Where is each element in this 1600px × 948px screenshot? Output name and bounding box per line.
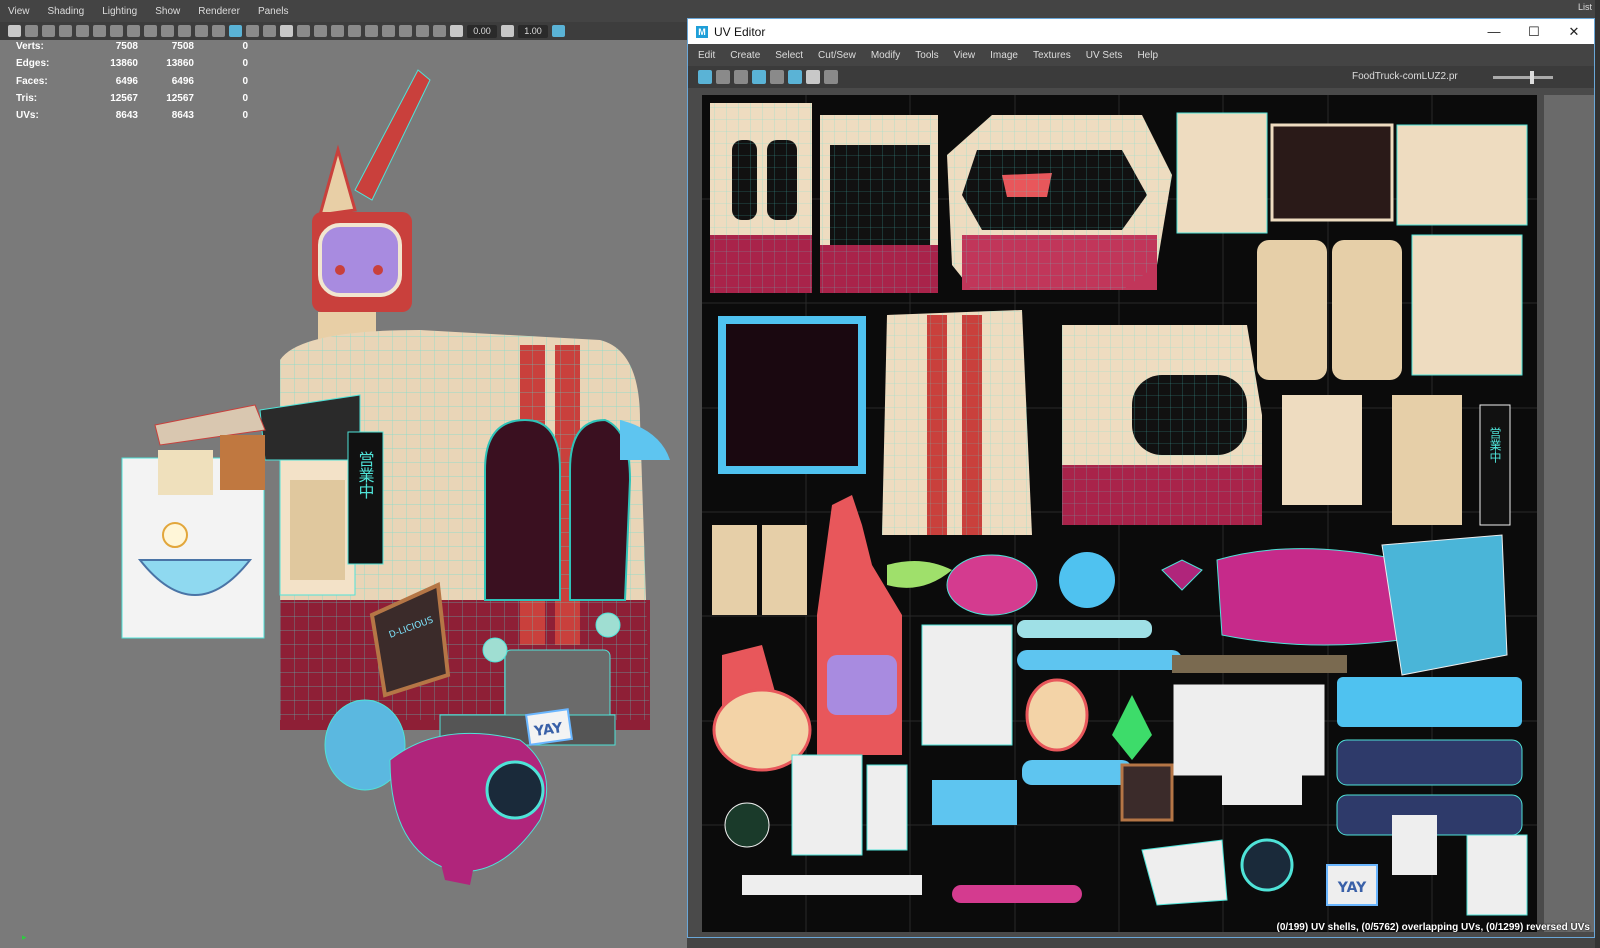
menu-view[interactable]: View	[954, 50, 976, 61]
anti-alias-icon[interactable]	[365, 25, 378, 37]
shaded-uv-icon[interactable]	[698, 70, 712, 84]
menu-edit[interactable]: Edit	[698, 50, 715, 61]
xray-icon[interactable]	[399, 25, 412, 37]
uv-canvas-area[interactable]: 営業中 YAY (0/199) UV shells, (0/5762) over…	[688, 88, 1594, 937]
smooth-shade-icon[interactable]	[229, 25, 242, 37]
film-gate-icon[interactable]	[127, 25, 140, 37]
uv-editor-titlebar[interactable]: M UV Editor — ☐ ✕	[688, 19, 1594, 44]
menu-lighting[interactable]: Lighting	[102, 6, 137, 17]
uv-shell-side-panels	[710, 103, 938, 293]
move-camera-icon[interactable]	[76, 25, 89, 37]
safe-action-icon[interactable]	[195, 25, 208, 37]
isolate-select-icon[interactable]	[382, 25, 395, 37]
grid-display-icon[interactable]	[752, 70, 766, 84]
uv-shells: 営業中 YAY	[702, 95, 1537, 932]
uv-shell-window-frame	[718, 316, 866, 474]
window-title: UV Editor	[714, 24, 766, 39]
uv-shell-doors	[1257, 234, 1523, 380]
shadows-icon[interactable]	[314, 25, 327, 37]
exposure-slider-track[interactable]	[1493, 76, 1553, 79]
xray-active-icon[interactable]	[416, 25, 429, 37]
menu-show[interactable]: Show	[155, 6, 180, 17]
bookmark-icon[interactable]	[42, 25, 55, 37]
snapshot-icon[interactable]	[824, 70, 838, 84]
uv-shell-roof	[947, 115, 1172, 290]
neon-sign-text: 営業中	[356, 451, 375, 499]
food-truck-model[interactable]: 営業中 D-LICIOUS YAY	[0, 40, 687, 940]
motion-blur-icon[interactable]	[348, 25, 361, 37]
uv-sign-text: 営業中	[1488, 427, 1502, 463]
viewport-panel[interactable]: View Shading Lighting Show Renderer Pane…	[0, 0, 687, 948]
menu-shading[interactable]: Shading	[48, 6, 85, 17]
menu-cut-sew[interactable]: Cut/Sew	[818, 50, 856, 61]
uv-shell-small-panels: 営業中	[1282, 395, 1511, 526]
resolution-gate-icon[interactable]	[144, 25, 157, 37]
menu-panels[interactable]: Panels	[258, 6, 289, 17]
window-right-edge	[1595, 0, 1600, 948]
ambient-occlusion-icon[interactable]	[331, 25, 344, 37]
uv-texture-canvas[interactable]: 営業中 YAY	[702, 95, 1537, 932]
close-button[interactable]: ✕	[1554, 19, 1594, 44]
shaded-icon[interactable]	[246, 25, 259, 37]
distortion-icon[interactable]	[716, 70, 730, 84]
uv-side-gutter	[1544, 95, 1594, 932]
gamma-icon[interactable]	[501, 25, 514, 37]
gate-mask-icon[interactable]	[161, 25, 174, 37]
menu-create[interactable]: Create	[730, 50, 760, 61]
image-plane-icon[interactable]	[59, 25, 72, 37]
license-plate: YAY	[524, 708, 574, 746]
wireframe-icon[interactable]	[212, 25, 225, 37]
minimize-button[interactable]: —	[1474, 19, 1514, 44]
axis-indicator-icon: ▸	[22, 932, 27, 942]
menu-help[interactable]: Help	[1137, 50, 1158, 61]
uv-plate-text: YAY	[1337, 880, 1367, 896]
menu-view[interactable]: View	[8, 6, 30, 17]
xray-joints-icon[interactable]	[433, 25, 446, 37]
spire-sign	[312, 69, 431, 342]
maximize-button[interactable]: ☐	[1514, 19, 1554, 44]
lights-icon[interactable]	[297, 25, 310, 37]
menu-textures[interactable]: Textures	[1033, 50, 1071, 61]
texture-border-icon[interactable]	[734, 70, 748, 84]
camera-icon[interactable]	[8, 25, 21, 37]
uv-shell-character-parts	[712, 495, 902, 772]
neon-sign: 営業中	[347, 431, 384, 565]
menu-select[interactable]: Select	[775, 50, 803, 61]
brush-icon[interactable]	[93, 25, 106, 37]
menu-uv-sets[interactable]: UV Sets	[1086, 50, 1123, 61]
gamma-field[interactable]: 1.00	[518, 24, 548, 38]
uv-editor-menubar: Edit Create Select Cut/Sew Modify Tools …	[688, 44, 1594, 66]
maya-logo-icon: M	[696, 25, 708, 38]
exposure-slider-handle[interactable]	[1530, 71, 1534, 84]
list-label[interactable]: List	[1578, 2, 1592, 12]
uv-shell-front-panel	[882, 310, 1032, 535]
app-root: View Shading Lighting Show Renderer Pane…	[0, 0, 1600, 948]
menu-image[interactable]: Image	[990, 50, 1018, 61]
wireframe-on-shaded-icon[interactable]	[263, 25, 276, 37]
menu-modify[interactable]: Modify	[871, 50, 900, 61]
texture-name-dropdown[interactable]: FoodTruck-comLUZ2.pr	[1352, 71, 1458, 82]
menu-renderer[interactable]: Renderer	[198, 6, 240, 17]
checker-icon[interactable]	[788, 70, 802, 84]
uv-shell-shutters	[1176, 112, 1528, 234]
grid-icon[interactable]	[110, 25, 123, 37]
ramen-board	[121, 435, 265, 639]
textured-icon[interactable]	[280, 25, 293, 37]
viewport-menubar: View Shading Lighting Show Renderer Pane…	[0, 0, 687, 22]
uv-editor-toolbar: FoodTruck-comLUZ2.pr	[688, 66, 1594, 88]
pixel-snap-icon[interactable]	[770, 70, 784, 84]
isolate-icon[interactable]	[806, 70, 820, 84]
menu-tools[interactable]: Tools	[915, 50, 938, 61]
uv-editor-window: M UV Editor — ☐ ✕ Edit Create Select Cut…	[687, 18, 1595, 938]
exposure-icon[interactable]	[450, 25, 463, 37]
uv-shell-cab	[1062, 325, 1262, 525]
color-management-icon[interactable]	[552, 25, 565, 37]
uv-status-text: (0/199) UV shells, (0/5762) overlapping …	[1276, 922, 1590, 933]
camera-attrs-icon[interactable]	[25, 25, 38, 37]
field-chart-icon[interactable]	[178, 25, 191, 37]
truck-body	[279, 330, 650, 746]
exposure-field[interactable]: 0.00	[467, 24, 497, 38]
